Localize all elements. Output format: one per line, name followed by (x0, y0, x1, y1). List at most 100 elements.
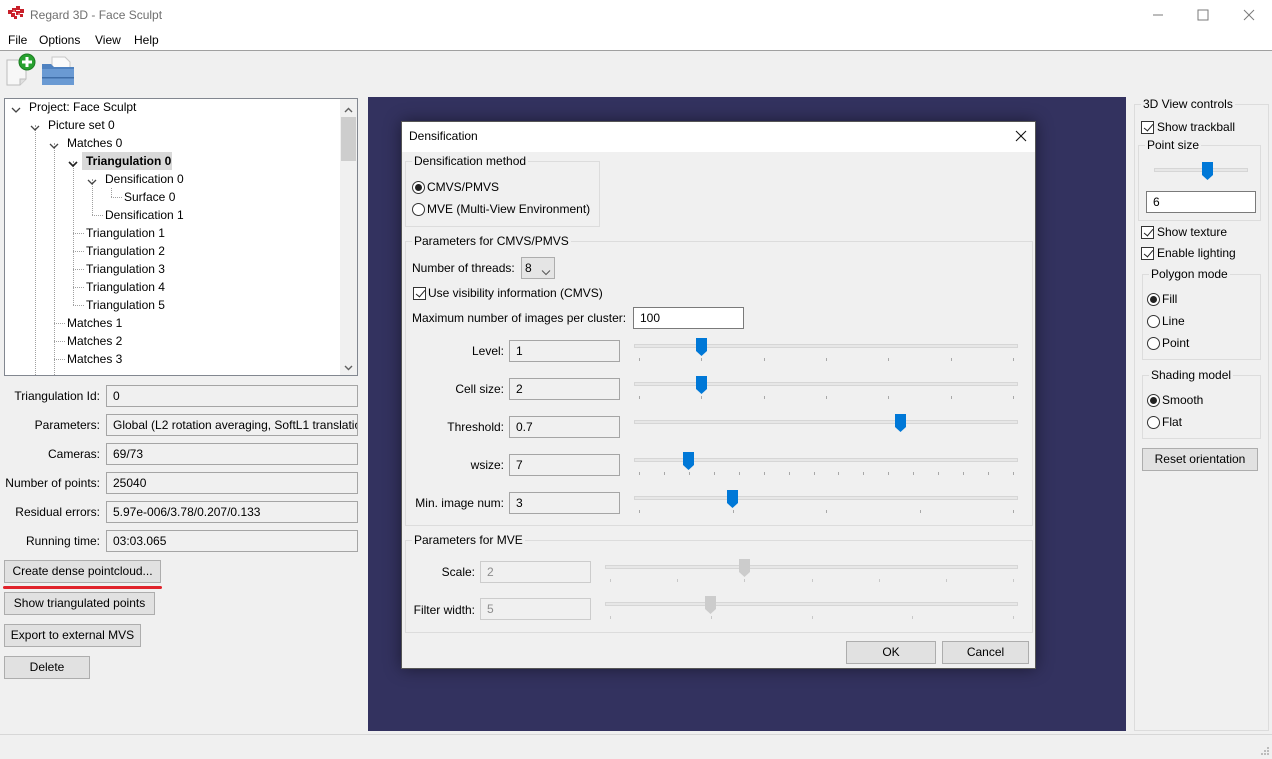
reset-orientation-button[interactable]: Reset orientation (1142, 448, 1258, 471)
running-time-field[interactable]: 03:03.065 (106, 530, 358, 552)
tree-item-triangulation[interactable]: Triangulation 3 (86, 260, 165, 278)
number-of-points-field[interactable]: 25040 (106, 472, 358, 494)
slider-tick (664, 472, 665, 475)
slider-thumb[interactable] (1202, 162, 1213, 180)
chevron-down-icon[interactable] (68, 157, 78, 168)
point-size-input[interactable]: 6 (1146, 191, 1256, 213)
tree-item-matches[interactable]: Matches 3 (67, 350, 122, 368)
radio-flat-label[interactable]: Flat (1162, 414, 1182, 430)
residual-errors-field[interactable]: 5.97e-006/3.78/0.207/0.133 (106, 501, 358, 523)
dialog-close-icon[interactable] (1014, 129, 1028, 143)
annotation-underline (3, 586, 162, 589)
radio-point-label[interactable]: Point (1162, 335, 1189, 351)
tree-item-triangulation[interactable]: Triangulation 2 (86, 242, 165, 260)
min-image-num-field[interactable]: 3 (509, 492, 620, 514)
wsize-slider[interactable] (634, 452, 1018, 478)
project-tree[interactable]: Project: Face Sculpt Picture set 0 Match… (4, 98, 358, 376)
parameters-field[interactable]: Global (L2 rotation averaging, SoftL1 tr… (106, 414, 358, 436)
tree-item-densification[interactable]: Densification 0 (105, 170, 184, 188)
show-texture-checkbox[interactable] (1141, 226, 1154, 239)
cell-size-field[interactable]: 2 (509, 378, 620, 400)
tree-item-picture-set[interactable]: Picture set 0 (48, 116, 115, 134)
slider-tick (610, 616, 611, 619)
maximize-icon[interactable] (1194, 6, 1212, 24)
radio-smooth-label[interactable]: Smooth (1162, 392, 1203, 408)
max-images-input[interactable]: 100 (633, 307, 744, 329)
slider-tick (639, 358, 640, 361)
radio-point[interactable] (1147, 337, 1160, 350)
level-field[interactable]: 1 (509, 340, 620, 362)
close-icon[interactable] (1240, 6, 1258, 24)
show-triangulated-points-button[interactable]: Show triangulated points (4, 592, 155, 615)
tree-item-triangulation[interactable]: Triangulation 5 (86, 296, 165, 314)
radio-mve-label[interactable]: MVE (Multi-View Environment) (427, 201, 590, 217)
cameras-field[interactable]: 69/73 (106, 443, 358, 465)
chevron-down-icon[interactable] (30, 121, 40, 131)
menu-options[interactable]: Options (39, 32, 80, 48)
wsize-field[interactable]: 7 (509, 454, 620, 476)
export-to-external-mvs-button[interactable]: Export to external MVS (4, 624, 141, 647)
menu-view[interactable]: View (95, 32, 121, 48)
threshold-slider[interactable] (634, 414, 1018, 440)
radio-smooth[interactable] (1147, 394, 1160, 407)
scrollbar-thumb[interactable] (341, 117, 356, 161)
slider-tick (739, 472, 740, 475)
new-project-button[interactable] (4, 53, 38, 87)
tree-item-matches[interactable]: Matches 2 (67, 332, 122, 350)
cancel-button[interactable]: Cancel (942, 641, 1029, 664)
radio-flat[interactable] (1147, 416, 1160, 429)
ok-button[interactable]: OK (846, 641, 936, 664)
threshold-field[interactable]: 0.7 (509, 416, 620, 438)
min-image-num-slider[interactable] (634, 490, 1018, 516)
visibility-checkbox[interactable] (413, 287, 426, 300)
point-size-slider[interactable] (1154, 162, 1248, 188)
radio-fill[interactable] (1147, 293, 1160, 306)
tree-item-matches[interactable]: Matches 0 (67, 134, 122, 152)
menu-help[interactable]: Help (134, 32, 159, 48)
radio-cmvs-pmvs[interactable] (412, 181, 425, 194)
minimize-icon[interactable] (1149, 6, 1167, 24)
tree-item-triangulation-selected[interactable]: Triangulation 0 (86, 152, 171, 170)
slider-thumb[interactable] (683, 452, 694, 470)
slider-thumb[interactable] (696, 376, 707, 394)
radio-line-label[interactable]: Line (1162, 313, 1185, 329)
menu-file[interactable]: File (8, 32, 27, 48)
slider-thumb[interactable] (727, 490, 738, 508)
tree-item-triangulation[interactable]: Triangulation 4 (86, 278, 165, 296)
slider-tick (826, 358, 827, 361)
tree-item-project[interactable]: Project: Face Sculpt (29, 99, 136, 116)
show-texture-label[interactable]: Show texture (1157, 224, 1227, 240)
chevron-down-icon[interactable] (11, 103, 21, 113)
chevron-down-icon[interactable] (49, 139, 59, 149)
enable-lighting-label[interactable]: Enable lighting (1157, 245, 1236, 261)
delete-button[interactable]: Delete (4, 656, 90, 679)
chevron-down-icon[interactable] (87, 175, 97, 185)
tree-item-densification[interactable]: Densification 1 (105, 206, 184, 224)
slider-thumb[interactable] (895, 414, 906, 432)
open-project-button[interactable] (41, 55, 75, 87)
tree-item-triangulation[interactable]: Triangulation 1 (86, 224, 165, 242)
tree-item-matches[interactable]: Matches 1 (67, 314, 122, 332)
radio-cmvs-pmvs-label[interactable]: CMVS/PMVS (427, 179, 499, 195)
triangulation-id-field[interactable]: 0 (106, 385, 358, 407)
cell-size-slider[interactable] (634, 376, 1018, 402)
enable-lighting-checkbox[interactable] (1141, 247, 1154, 260)
visibility-label[interactable]: Use visibility information (CMVS) (428, 285, 603, 301)
create-dense-pointcloud-button[interactable]: Create dense pointcloud... (4, 560, 161, 583)
tree-scrollbar[interactable] (340, 99, 357, 375)
scroll-down-arrow-icon[interactable] (343, 361, 354, 371)
level-slider[interactable] (634, 338, 1018, 364)
tree-item-surface[interactable]: Surface 0 (124, 188, 175, 206)
show-trackball-checkbox[interactable] (1141, 121, 1154, 134)
densification-method-group: Densification method CMVS/PMVS MVE (Mult… (405, 153, 600, 227)
scroll-up-arrow-icon[interactable] (343, 103, 354, 113)
chevron-down-icon (541, 265, 551, 276)
size-grip-icon[interactable] (1260, 745, 1270, 755)
threads-combobox[interactable]: 8 (521, 257, 555, 279)
radio-mve[interactable] (412, 203, 425, 216)
slider-track (634, 382, 1018, 386)
radio-fill-label[interactable]: Fill (1162, 291, 1177, 307)
show-trackball-label[interactable]: Show trackball (1157, 119, 1235, 135)
slider-thumb[interactable] (696, 338, 707, 356)
radio-line[interactable] (1147, 315, 1160, 328)
